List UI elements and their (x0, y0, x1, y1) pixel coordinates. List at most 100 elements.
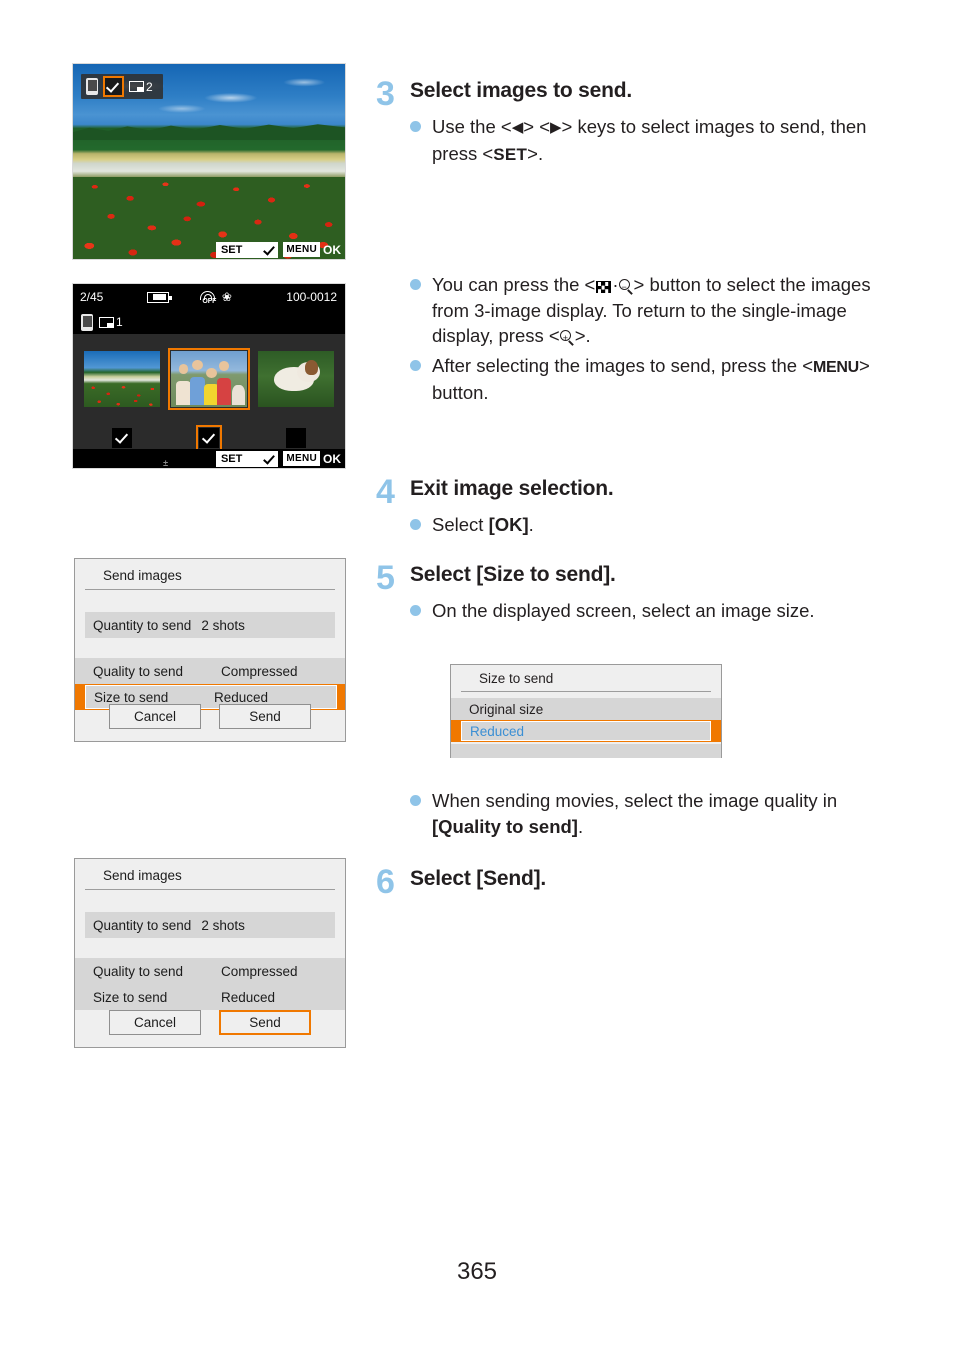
bullet: When sending movies, select the image qu… (410, 788, 900, 839)
bullet-part: >. (574, 325, 591, 346)
bullet-part: . (528, 514, 534, 535)
thumbnail-dog-in-grass[interactable] (257, 351, 334, 407)
thumbnail-checkbox-1[interactable] (112, 428, 133, 448)
guide-bar-index: SET MENU OK (73, 449, 345, 468)
step-4: 4 Exit image selection. Select [OK]. (376, 475, 886, 538)
thumbnail-children-and-dog[interactable] (167, 348, 250, 410)
index-subheader: 1 (73, 310, 345, 334)
bullet-dot (410, 121, 421, 132)
set-guide[interactable]: SET (215, 241, 279, 258)
step-number: 3 (376, 75, 395, 113)
quality-to-send-row[interactable]: Quality to send Compressed (75, 958, 345, 984)
bullet: After selecting the images to send, pres… (410, 353, 886, 406)
size-value: Reduced (221, 989, 276, 1005)
step-5-bullet-movies: When sending movies, select the image qu… (410, 784, 900, 839)
quantity-to-send-row: Quantity to send 2 shots (85, 912, 335, 938)
dialog-title: Send images (85, 859, 335, 890)
step-title: Select images to send. (410, 79, 633, 102)
option-original-size[interactable]: Original size (451, 698, 721, 720)
dialog-buttons: Cancel Send (75, 1010, 345, 1035)
index-header: 2/45 OFF ❀ 100-0012 (73, 284, 345, 310)
magnify-enlarge-icon: + (559, 330, 575, 346)
step-6: 6 Select [Send]. (376, 863, 886, 901)
send-selection-overlay: 2 (81, 74, 163, 99)
size-label: Size to send (94, 689, 169, 705)
quantity-label: Quantity to send (93, 617, 192, 633)
bullet-text: On the displayed screen, select an image… (432, 600, 815, 621)
menu-guide[interactable]: MENU OK (283, 242, 341, 257)
step-number: 6 (376, 863, 395, 901)
quality-to-send-row[interactable]: Quality to send Compressed (75, 658, 345, 684)
bullet-text: Select [OK]. (432, 512, 534, 538)
send-button[interactable]: Send (219, 1010, 311, 1035)
quality-label: Quality to send (93, 963, 184, 979)
thumbnail-checkbox-2[interactable] (195, 425, 222, 451)
guide-bar-single: SET MENU OK (73, 240, 345, 259)
send-count-value: 2 (146, 79, 153, 94)
bullet-dot (410, 795, 421, 806)
dialog-buttons: Cancel Send (75, 704, 345, 729)
quality-value: Compressed (221, 663, 298, 679)
send-images-dialog-step5: Send images Quantity to send 2 shots Qua… (74, 558, 346, 742)
quantity-to-send-row: Quantity to send 2 shots (85, 612, 335, 638)
send-images-dialog-step6: Send images Quantity to send 2 shots Qua… (74, 858, 346, 1048)
size-value: Reduced (214, 689, 269, 705)
quantity-label: Quantity to send (93, 917, 192, 933)
bullet: You can press the < · − > button to select … (410, 272, 886, 349)
magnify-reduce-icon: − (618, 279, 634, 295)
size-to-send-row[interactable]: Size to send Reduced (75, 984, 345, 1010)
bullet-part: >. (527, 142, 544, 164)
dialog-title: Send images (85, 559, 335, 590)
image-count-icon (129, 81, 144, 92)
step-5: 5 Select [Size to send]. On the displaye… (376, 559, 886, 624)
quality-label: Quality to send (93, 663, 184, 679)
bullet: On the displayed screen, select an image… (410, 598, 886, 624)
size-label: Size to send (93, 989, 168, 1005)
step-number: 5 (376, 559, 395, 597)
bullet-part: You can press the < (432, 274, 596, 295)
left-arrow-icon: ◀ (511, 119, 524, 136)
ok-option-reference: [OK] (488, 514, 529, 535)
cancel-button[interactable]: Cancel (109, 1010, 201, 1035)
bullet-text: When sending movies, select the image qu… (432, 788, 900, 839)
bullet-text: You can press the < · − > button to select … (432, 272, 886, 349)
right-arrow-icon: ▶ (550, 119, 562, 136)
set-guide[interactable]: SET (215, 450, 279, 467)
menu-button-symbol: MENU (813, 358, 859, 376)
bullet-dot (410, 359, 421, 371)
wifi-off-label: OFF (202, 298, 217, 305)
step-4-bullets: Select [OK]. (410, 512, 886, 538)
battery-icon (147, 291, 173, 303)
send-button[interactable]: Send (219, 704, 311, 729)
send-count-indicator: 2 (129, 80, 153, 94)
cancel-button[interactable]: Cancel (109, 704, 201, 729)
menu-action-label: OK (323, 451, 341, 466)
file-number: 100-0012 (286, 290, 337, 304)
bullet-dot (410, 519, 421, 530)
quality-to-send-reference: [Quality to send] (432, 815, 578, 837)
bullet-part: When sending movies, select the image qu… (432, 790, 838, 811)
set-label: SET (215, 452, 248, 465)
check-icon (263, 243, 275, 256)
step-3: 3 Select images to send. Use the <◀> <▶>… (376, 75, 886, 167)
thumbnail-checkbox-row (73, 424, 345, 452)
send-checkbox[interactable] (103, 76, 124, 97)
step-title: Select [Size to send]. (410, 563, 616, 586)
check-icon (263, 452, 275, 465)
wifi-off-icon: OFF (199, 290, 217, 305)
option-reduced[interactable]: Reduced (451, 720, 721, 742)
step-title: Exit image selection. (410, 477, 614, 500)
treeline (73, 124, 345, 141)
menu-guide[interactable]: MENU OK (283, 451, 341, 466)
image-count-icon (99, 316, 114, 328)
option-reduced-label: Reduced (461, 721, 711, 741)
bullet: Select [OK]. (410, 512, 886, 538)
bullet-part: . (577, 815, 584, 837)
dialog-title: Size to send (461, 665, 711, 692)
figure-single-image-playback: 2 SET MENU OK (72, 63, 346, 260)
step-5-bullets: On the displayed screen, select an image… (410, 598, 886, 624)
step-3-bullets-continued: You can press the < · − > button to select … (410, 268, 886, 406)
thumbnail-checkbox-3[interactable] (285, 428, 306, 448)
bullet-text: After selecting the images to send, pres… (432, 353, 886, 406)
thumbnail-flower-field[interactable] (84, 351, 161, 407)
